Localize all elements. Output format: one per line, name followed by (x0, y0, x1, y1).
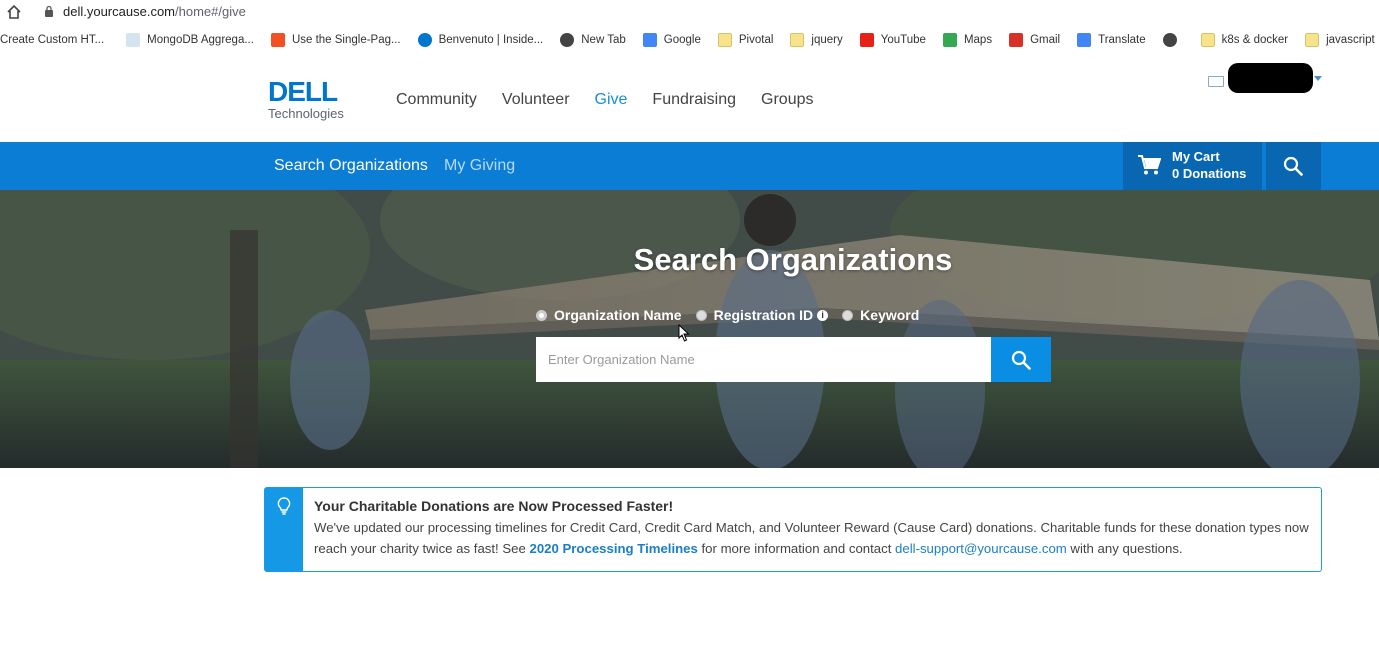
mouse-cursor-icon (678, 324, 690, 342)
alert-sidebar (265, 488, 303, 571)
nav-groups[interactable]: Groups (761, 91, 813, 109)
bookmark-label: Pivotal (738, 34, 774, 46)
maps-icon (942, 33, 957, 47)
google-icon (642, 33, 657, 47)
info-icon[interactable]: i (817, 309, 829, 321)
radio-organization-name[interactable]: Organization Name (536, 307, 682, 323)
radio-label: Keyword (860, 307, 920, 323)
url-path: /home#/give (175, 4, 246, 19)
bookmark-label: YouTube (880, 34, 926, 46)
logo-subtitle: Technologies (268, 106, 344, 121)
globe-icon (1162, 33, 1177, 47)
bookmark-label: jquery (811, 34, 843, 46)
doc-icon (126, 33, 141, 47)
cart-icon (1138, 155, 1161, 175)
search-icon (1011, 350, 1031, 370)
bookmark-label: Maps (963, 34, 993, 46)
cart-label: My Cart (1172, 149, 1220, 164)
radio-registration-id[interactable]: Registration ID i (695, 307, 829, 323)
tab-search-organizations[interactable]: Search Organizations (274, 157, 428, 175)
search-icon (1283, 156, 1303, 176)
main-nav: Community Volunteer Give Fundraising Groups (396, 91, 839, 109)
bookmark-label: Use the Single-Pag... (291, 34, 401, 46)
nav-volunteer[interactable]: Volunteer (502, 91, 570, 109)
url-text[interactable]: dell.yourcause.com/home#/give (63, 4, 246, 19)
processing-timelines-link[interactable]: 2020 Processing Timelines (530, 541, 698, 556)
organization-search-button[interactable] (991, 337, 1051, 382)
bookmark-item[interactable]: Gmail (1009, 33, 1060, 47)
translate-icon (1077, 33, 1092, 47)
bookmark-item[interactable]: MongoDB Aggrega... (126, 33, 254, 47)
site-header: DELL Technologies Community Volunteer Give… (0, 58, 1379, 142)
folder-icon (1305, 33, 1320, 47)
bookmark-item[interactable]: jquery (790, 33, 843, 47)
youtube-icon (859, 33, 874, 47)
radio-label: Registration ID (713, 307, 814, 323)
bookmark-item[interactable]: YouTube (859, 33, 926, 47)
nav-community[interactable]: Community (396, 91, 477, 109)
bookmark-item[interactable]: Google (642, 33, 701, 47)
bookmark-item[interactable] (1162, 33, 1184, 47)
bookmark-label: javascript (1326, 34, 1375, 46)
search-type-radio-group: Organization Name Registration ID i Keyw… (536, 307, 933, 323)
dell-icon (417, 33, 432, 47)
redacted-user-name (1228, 63, 1313, 93)
bookmark-label: k8s & docker (1221, 34, 1289, 46)
bookmark-item[interactable]: javascript (1305, 33, 1375, 47)
home-icon[interactable] (6, 4, 22, 20)
give-subnav: Search Organizations My Giving My Cart 0… (0, 142, 1379, 190)
tab-my-giving[interactable]: My Giving (444, 157, 515, 175)
alert-text: for more information and contact (697, 541, 896, 556)
user-menu[interactable] (1206, 63, 1322, 94)
globe-icon (560, 33, 575, 47)
folder-icon (717, 33, 732, 47)
chevron-down-icon[interactable] (1314, 76, 1322, 81)
radio-button[interactable] (842, 309, 854, 321)
bookmark-label: Create Custom HT... (0, 34, 105, 46)
organization-search-input[interactable] (536, 337, 991, 382)
bookmark-label: MongoDB Aggrega... (147, 34, 254, 46)
bookmarks-bar: Create Custom HT... MongoDB Aggrega... Use… (0, 28, 1379, 52)
bookmark-label: New Tab (581, 34, 626, 46)
cart-count: 0 Donations (1172, 166, 1247, 181)
bookmark-item[interactable]: New Tab (560, 33, 626, 47)
header-search-button[interactable] (1266, 142, 1321, 190)
bookmark-label: Gmail (1030, 34, 1061, 46)
my-cart-button[interactable]: My Cart 0 Donations (1123, 142, 1262, 190)
bookmark-item[interactable]: Translate (1077, 33, 1146, 47)
alert-body: We've updated our processing timelines f… (314, 517, 1314, 559)
folder-icon (1200, 33, 1215, 47)
gmail-icon (1009, 33, 1024, 47)
radio-keyword[interactable]: Keyword (842, 307, 919, 323)
bookmark-item[interactable]: Benvenuto | Inside... (417, 33, 544, 47)
lightbulb-icon (277, 497, 291, 515)
folder-icon (790, 33, 805, 47)
bookmark-label: Translate (1098, 34, 1146, 46)
processing-alert: Your Charitable Donations are Now Proces… (264, 487, 1322, 572)
url-host: dell.yourcause.com (63, 4, 175, 19)
alert-text: with any questions. (1066, 541, 1183, 556)
lock-icon[interactable] (44, 5, 54, 18)
dell-technologies-logo[interactable]: DELL Technologies (268, 78, 353, 124)
radio-button[interactable] (695, 309, 707, 321)
support-email-link[interactable]: dell-support@yourcause.com (895, 541, 1067, 556)
search-hero: Search Organizations Organization Name R… (0, 190, 1379, 468)
radio-button-selected[interactable] (536, 309, 547, 321)
bookmark-item[interactable]: Create Custom HT... (0, 34, 104, 46)
hero-title: Search Organizations (633, 242, 953, 277)
bookmark-item[interactable]: Pivotal (717, 33, 774, 47)
bookmark-item[interactable]: k8s & docker (1200, 33, 1289, 47)
nav-give[interactable]: Give (595, 91, 628, 109)
bookmark-item[interactable]: Use the Single-Pag... (270, 33, 401, 47)
microsoft-icon (270, 33, 285, 47)
bookmark-label: Google (663, 34, 701, 46)
bookmark-label: Benvenuto | Inside... (438, 34, 544, 46)
user-card-icon (1208, 76, 1224, 87)
nav-fundraising[interactable]: Fundraising (652, 91, 736, 109)
radio-label: Organization Name (554, 307, 682, 323)
alert-title: Your Charitable Donations are Now Proces… (314, 498, 674, 514)
bookmark-item[interactable]: Maps (942, 33, 993, 47)
logo-wordmark: DELL (268, 76, 338, 107)
browser-address-bar: dell.yourcause.com/home#/give (0, 0, 1379, 24)
